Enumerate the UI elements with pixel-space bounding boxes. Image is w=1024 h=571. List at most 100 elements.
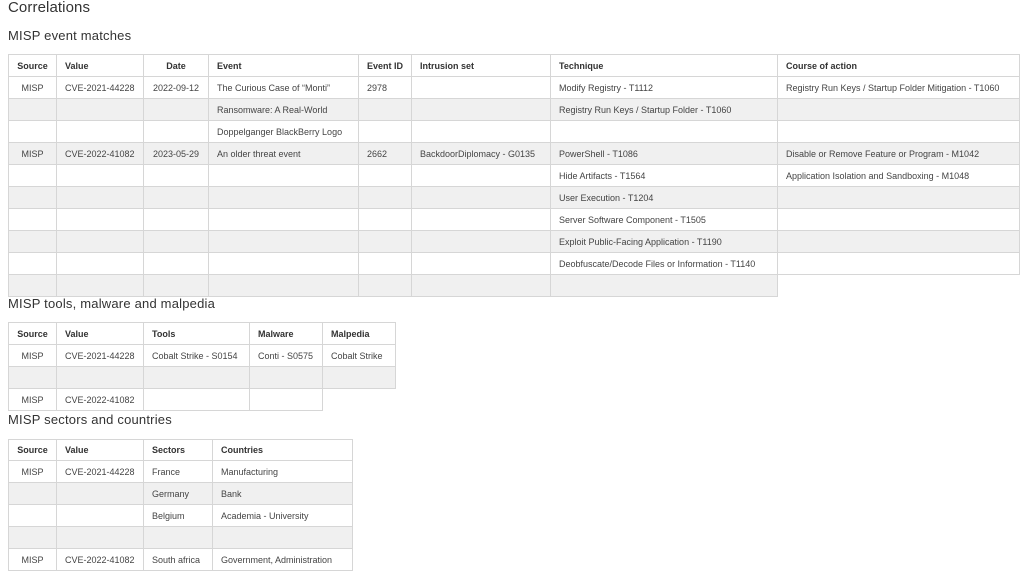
cell-technique: Deobfuscate/Decode Files or Information … [550, 252, 778, 275]
cell-technique: Registry Run Keys / Startup Folder - T10… [550, 98, 778, 121]
table-header: Source Value Tools Malware Malpedia [8, 322, 396, 345]
cell-date [143, 164, 209, 187]
page-title: Correlations [8, 0, 91, 16]
cell-source [8, 186, 57, 209]
column-header: Tools [143, 322, 250, 345]
table-row: MISP CVE-2022-41082 South africa Governm… [8, 548, 353, 571]
cell-date [143, 98, 209, 121]
cell-sectors: France [143, 460, 213, 483]
cell-source [8, 164, 57, 187]
cell-course-of-action [777, 230, 1020, 253]
cell-date: 2023-05-29 [143, 142, 209, 165]
table-row-spacer [8, 274, 1020, 297]
cell-source: MISP [8, 460, 57, 483]
cell-sectors: Belgium [143, 504, 213, 527]
cell-event-id [358, 98, 412, 121]
cell-sectors: Germany [143, 482, 213, 505]
table-row: MISP CVE-2021-44228 2022-09-12 The Curio… [8, 76, 1020, 99]
cell-date [143, 208, 209, 231]
column-header: Source [8, 322, 57, 345]
table-row: Belgium Academia - University [8, 504, 353, 527]
column-header: Value [56, 322, 144, 345]
cell-date [143, 186, 209, 209]
cell-technique: User Execution - T1204 [550, 186, 778, 209]
cell-event [208, 186, 359, 209]
table-row: MISP CVE-2021-44228 France Manufacturing [8, 460, 353, 483]
sectors-table: Source Value Sectors Countries MISP CVE-… [8, 439, 353, 571]
cell-intrusion-set [411, 252, 551, 275]
events-heading: MISP event matches [8, 28, 132, 43]
cell-event: Ransomware: A Real-World [208, 98, 359, 121]
cell-intrusion-set: BackdoorDiplomacy - G0135 [411, 142, 551, 165]
cell-source [8, 98, 57, 121]
cell-value: CVE-2021-44228 [56, 76, 144, 99]
cell-value: CVE-2022-41082 [56, 388, 144, 411]
tools-table: Source Value Tools Malware Malpedia MISP… [8, 322, 396, 411]
table-row: Exploit Public-Facing Application - T119… [8, 230, 1020, 253]
column-header: Sectors [143, 439, 213, 461]
column-header: Value [56, 439, 144, 461]
cell-course-of-action: Application Isolation and Sandboxing - M… [777, 164, 1020, 187]
column-header: Technique [550, 54, 778, 77]
cell-value: CVE-2021-44228 [56, 460, 144, 483]
events-table: Source Value Date Event Event ID Intrusi… [8, 54, 1020, 297]
column-header: Malware [249, 322, 323, 345]
cell-sectors: South africa [143, 548, 213, 571]
column-header: Course of action [777, 54, 1020, 77]
cell-malpedia [323, 389, 396, 411]
table-row: MISP CVE-2021-44228 Cobalt Strike - S015… [8, 344, 396, 367]
cell-course-of-action [777, 98, 1020, 121]
cell-technique [550, 120, 778, 143]
cell-countries: Manufacturing [212, 460, 353, 483]
cell-course-of-action [777, 252, 1020, 275]
cell-event-id [358, 186, 412, 209]
sectors-heading: MISP sectors and countries [8, 412, 172, 427]
column-header: Malpedia [322, 322, 396, 345]
cell-course-of-action [777, 186, 1020, 209]
cell-event [208, 164, 359, 187]
cell-technique: Modify Registry - T1112 [550, 76, 778, 99]
cell-tools: Cobalt Strike - S0154 [143, 344, 250, 367]
cell-intrusion-set [411, 98, 551, 121]
cell-event-id [358, 164, 412, 187]
cell-malpedia: Cobalt Strike [322, 344, 396, 367]
table-row-spacer [8, 366, 396, 389]
cell-intrusion-set [411, 186, 551, 209]
cell-source [8, 482, 57, 505]
cell-tools [143, 388, 250, 411]
cell-event-id: 2662 [358, 142, 412, 165]
cell-date [143, 252, 209, 275]
cell-source [8, 504, 57, 527]
table-header: Source Value Date Event Event ID Intrusi… [8, 54, 1020, 77]
table-header: Source Value Sectors Countries [8, 439, 353, 461]
cell-intrusion-set [411, 164, 551, 187]
column-header: Intrusion set [411, 54, 551, 77]
cell-technique: PowerShell - T1086 [550, 142, 778, 165]
table-row: Server Software Component - T1505 [8, 208, 1020, 231]
column-header: Event [208, 54, 359, 77]
cell-date [143, 230, 209, 253]
cell-intrusion-set [411, 230, 551, 253]
column-header: Source [8, 54, 57, 77]
cell-value [56, 230, 144, 253]
table-row: Ransomware: A Real-World Registry Run Ke… [8, 98, 1020, 121]
table-row: Germany Bank [8, 482, 353, 505]
table-row: MISP CVE-2022-41082 [8, 388, 396, 411]
cell-source: MISP [8, 142, 57, 165]
column-header: Event ID [358, 54, 412, 77]
cell-technique: Server Software Component - T1505 [550, 208, 778, 231]
cell-event: An older threat event [208, 142, 359, 165]
cell-value [56, 120, 144, 143]
cell-date [143, 120, 209, 143]
cell-value [56, 98, 144, 121]
cell-course-of-action [777, 208, 1020, 231]
cell-event: Doppelganger BlackBerry Logo [208, 120, 359, 143]
column-header: Countries [212, 439, 353, 461]
cell-source: MISP [8, 388, 57, 411]
cell-event [208, 230, 359, 253]
cell-source: MISP [8, 548, 57, 571]
cell-source: MISP [8, 344, 57, 367]
column-header: Date [143, 54, 209, 77]
cell-source: MISP [8, 76, 57, 99]
cell-value [56, 208, 144, 231]
